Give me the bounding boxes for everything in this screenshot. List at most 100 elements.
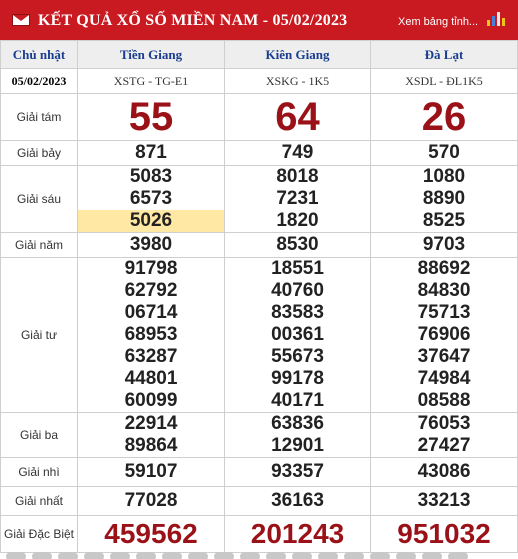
prize-cell: 33213 xyxy=(370,486,518,516)
prize-row-g8: Giải tám 55 64 26 xyxy=(0,93,518,141)
filter-pill[interactable] xyxy=(110,552,130,559)
prize-cell: 8018 7231 1820 xyxy=(224,165,371,233)
prize-row-g6: Giải sáu 5083 6573 5026 8018 7231 1820 1… xyxy=(0,165,518,233)
prize-cell: 77028 xyxy=(77,486,225,516)
prize-number: 37647 xyxy=(417,346,471,367)
filter-pill[interactable] xyxy=(136,552,156,559)
prize-label: Giải ba xyxy=(0,412,78,458)
prize-label: Giải nhất xyxy=(0,486,78,516)
day-label: Chủ nhật xyxy=(0,40,78,69)
province-code-row: 05/02/2023 XSTG - TG-E1 XSKG - 1K5 XSDL … xyxy=(0,68,518,94)
prize-number: 59107 xyxy=(124,461,178,482)
filter-pill[interactable] xyxy=(84,552,104,559)
prize-number: 7231 xyxy=(276,188,319,209)
prize-number: 83583 xyxy=(271,302,324,323)
province-name[interactable]: Đà Lạt xyxy=(370,40,518,69)
prize-number: 88692 xyxy=(417,258,471,279)
prize-cell: 36163 xyxy=(224,486,371,516)
province-name[interactable]: Kiên Giang xyxy=(224,40,371,69)
prize-number: 8890 xyxy=(422,188,466,209)
prize-number: 74984 xyxy=(417,368,471,389)
prize-cell: 5083 6573 5026 xyxy=(77,165,225,233)
prize-row-g5: Giải năm 3980 8530 9703 xyxy=(0,232,518,258)
prize-number: 8525 xyxy=(422,210,466,231)
filter-pill[interactable] xyxy=(214,552,234,559)
filter-pill[interactable] xyxy=(344,552,364,559)
prize-number: 99178 xyxy=(271,368,324,389)
special-prize-number: 459562 xyxy=(77,515,225,553)
prize-label: Giải năm xyxy=(0,232,78,258)
filter-pill[interactable] xyxy=(240,552,260,559)
prize-number: 63287 xyxy=(124,346,178,367)
filter-pill[interactable] xyxy=(6,552,26,559)
prize-cell: 22914 89864 xyxy=(77,412,225,458)
prize-number: 91798 xyxy=(124,258,178,279)
prize-number: 06714 xyxy=(124,302,178,323)
prize-cell: 88692 84830 75713 76906 37647 74984 0858… xyxy=(370,257,518,413)
prize-number: 1080 xyxy=(422,166,466,187)
prize-number: 871 xyxy=(135,142,167,163)
prize-cell: 749 xyxy=(224,140,371,166)
filter-pill[interactable] xyxy=(396,552,416,559)
filter-pill[interactable] xyxy=(448,552,468,559)
prize-number-highlighted: 5026 xyxy=(78,210,224,232)
prize-cell: 93357 xyxy=(224,457,371,487)
province-code: XSTG - TG-E1 xyxy=(77,68,225,94)
prize-number: 93357 xyxy=(271,461,324,482)
filter-pill[interactable] xyxy=(32,552,52,559)
filter-pill[interactable] xyxy=(370,552,390,559)
prize-number: 68953 xyxy=(124,324,178,345)
prize-number: 43086 xyxy=(417,461,471,482)
draw-date: 05/02/2023 xyxy=(0,68,78,94)
province-code: XSKG - 1K5 xyxy=(224,68,371,94)
prize-number: 62792 xyxy=(124,280,178,301)
results-table: Chủ nhật Tiền Giang Kiên Giang Đà Lạt 05… xyxy=(0,40,518,553)
bar-chart-icon[interactable] xyxy=(487,12,505,26)
prize-number: 08588 xyxy=(417,390,471,411)
prize-label: Giải sáu xyxy=(0,165,78,233)
filter-pill[interactable] xyxy=(318,552,338,559)
prize-cell: 570 xyxy=(370,140,518,166)
prize-number: 84830 xyxy=(417,280,471,301)
filter-pill[interactable] xyxy=(422,552,442,559)
prize-cell: 43086 xyxy=(370,457,518,487)
prize-cell: 59107 xyxy=(77,457,225,487)
prize-number: 76906 xyxy=(417,324,471,345)
prize-number: 55 xyxy=(77,93,225,141)
prize-row-g1: Giải nhất 77028 36163 33213 xyxy=(0,486,518,516)
filter-pill[interactable] xyxy=(188,552,208,559)
prize-number: 3980 xyxy=(129,234,173,255)
prize-number: 12901 xyxy=(271,435,324,456)
prize-number: 36163 xyxy=(271,490,324,511)
prize-cell: 8530 xyxy=(224,232,371,258)
province-name[interactable]: Tiền Giang xyxy=(77,40,225,69)
prize-number: 33213 xyxy=(417,490,471,511)
prize-number: 89864 xyxy=(124,435,178,456)
filter-pill[interactable] xyxy=(266,552,286,559)
digit-filter-strip xyxy=(0,548,518,559)
prize-label: Giải bảy xyxy=(0,140,78,166)
prize-number: 00361 xyxy=(271,324,324,345)
prize-row-g3: Giải ba 22914 89864 63836 12901 76053 27… xyxy=(0,412,518,458)
filter-pill[interactable] xyxy=(292,552,312,559)
prize-number: 6573 xyxy=(129,188,173,209)
filter-pill[interactable] xyxy=(162,552,182,559)
results-header: KẾT QUẢ XỔ SỐ MIỀN NAM - 05/02/2023 Xem … xyxy=(0,0,518,40)
province-header-row: Chủ nhật Tiền Giang Kiên Giang Đà Lạt xyxy=(0,40,518,69)
prize-number: 9703 xyxy=(422,234,466,255)
prize-number: 5083 xyxy=(129,166,173,187)
filter-pill[interactable] xyxy=(58,552,78,559)
prize-number: 75713 xyxy=(417,302,471,323)
prize-cell: 9703 xyxy=(370,232,518,258)
prize-number: 8530 xyxy=(276,234,319,255)
prize-cell: 91798 62792 06714 68953 63287 44801 6009… xyxy=(77,257,225,413)
prize-cell: 63836 12901 xyxy=(224,412,371,458)
prize-label: Giải Đặc Biệt xyxy=(0,515,78,553)
prize-number: 55673 xyxy=(271,346,324,367)
view-provinces-link[interactable]: Xem bảng tỉnh... xyxy=(398,16,478,28)
prize-number: 570 xyxy=(428,142,460,163)
province-code: XSDL - ĐL1K5 xyxy=(370,68,518,94)
prize-number: 64 xyxy=(224,93,371,141)
lottery-results-widget: KẾT QUẢ XỔ SỐ MIỀN NAM - 05/02/2023 Xem … xyxy=(0,0,518,559)
prize-row-g4: Giải tư 91798 62792 06714 68953 63287 44… xyxy=(0,257,518,413)
